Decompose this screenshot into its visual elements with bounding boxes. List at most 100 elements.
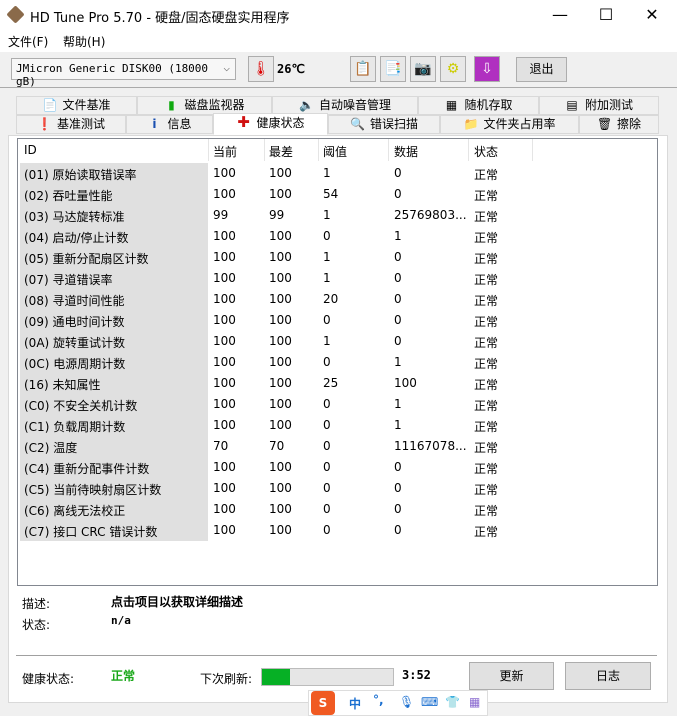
menu-file[interactable]: 文件(F) [8, 33, 48, 50]
table-row[interactable]: (C1) 负载周期计数 100 100 0 1 正常 [18, 415, 657, 436]
ime-punct[interactable]: °, [373, 693, 384, 707]
drive-select[interactable]: JMicron Generic DISK00 (18000 gB) ⌵ [11, 58, 236, 88]
col-current[interactable]: 当前 [213, 143, 237, 160]
tab-random-access[interactable]: ▦ 随机存取 [418, 96, 539, 115]
minimize-button[interactable]: — [545, 4, 575, 26]
attr-status: 正常 [474, 378, 499, 392]
col-id[interactable]: ID [24, 143, 37, 157]
attr-status: 正常 [474, 525, 499, 539]
attr-threshold: 0 [323, 460, 331, 474]
attr-data: 0 [394, 334, 402, 348]
attr-id: (02) 吞吐量性能 [24, 189, 113, 203]
table-row[interactable]: (C0) 不安全关机计数 100 100 0 1 正常 [18, 394, 657, 415]
attr-current: 100 [213, 313, 236, 327]
tab-error-scan[interactable]: 🔍 错误扫描 [328, 115, 440, 134]
table-row[interactable]: (C6) 离线无法校正 100 100 0 0 正常 [18, 499, 657, 520]
skin-shirt-icon[interactable]: 👕 [445, 695, 460, 709]
maximize-button[interactable]: ☐ [591, 4, 621, 26]
tab-health[interactable]: ✚ 健康状态 [213, 113, 328, 135]
attr-data: 1 [394, 229, 402, 243]
table-row[interactable]: (16) 未知属性 100 100 25 100 正常 [18, 373, 657, 394]
refresh-countdown: 3:52 [402, 668, 431, 682]
attr-current: 100 [213, 523, 236, 537]
tab-erase[interactable]: 🗑 擦除 [579, 115, 659, 134]
attr-worst: 100 [269, 313, 292, 327]
table-row[interactable]: (C2) 温度 70 70 0 11167078... 正常 [18, 436, 657, 457]
attr-worst: 100 [269, 334, 292, 348]
attr-threshold: 0 [323, 313, 331, 327]
random-access-icon: ▦ [445, 98, 458, 112]
progress-fill [262, 669, 290, 685]
attr-current: 100 [213, 166, 236, 180]
attr-status: 正常 [474, 189, 499, 203]
exit-button[interactable]: 退出 [516, 57, 567, 82]
keyboard-icon[interactable]: ⌨ [421, 695, 438, 709]
attr-current: 100 [213, 229, 236, 243]
attr-threshold: 1 [323, 166, 331, 180]
attr-status: 正常 [474, 210, 499, 224]
attr-data: 0 [394, 523, 402, 537]
ime-toolbar[interactable]: S 中 °, 🎙 ⌨ 👕 ▦ [308, 690, 488, 716]
tab-row-bottom: ❗ 基准测试 i 信息 ✚ 健康状态 🔍 错误扫描 📁 文件夹占用率 🗑 擦除 [16, 113, 659, 135]
log-button[interactable]: 日志 [565, 662, 651, 690]
table-row[interactable]: (C5) 当前待映射扇区计数 100 100 0 0 正常 [18, 478, 657, 499]
temperature-readout: 26℃ [277, 62, 305, 76]
table-row[interactable]: (C7) 接口 CRC 错误计数 100 100 0 0 正常 [18, 520, 657, 541]
copy-image-icon[interactable]: 📑 [380, 56, 406, 82]
toolbox-icon[interactable]: ▦ [469, 695, 480, 709]
attr-data: 0 [394, 460, 402, 474]
thermometer-icon[interactable]: 🌡 [248, 56, 274, 82]
tab-extra-tests[interactable]: ▤ 附加测试 [539, 96, 659, 115]
tab-info[interactable]: i 信息 [126, 115, 213, 134]
attr-id: (04) 启动/停止计数 [24, 231, 129, 245]
description-value: 点击项目以获取详细描述 [111, 595, 244, 609]
menu-help[interactable]: 帮助(H) [63, 33, 105, 50]
col-data[interactable]: 数据 [394, 143, 418, 160]
camera-icon[interactable]: 📷 [410, 56, 436, 82]
table-row[interactable]: (04) 启动/停止计数 100 100 0 1 正常 [18, 226, 657, 247]
close-button[interactable]: ✕ [637, 4, 667, 26]
table-row[interactable]: (0A) 旋转重试计数 100 100 1 0 正常 [18, 331, 657, 352]
tab-folder-usage[interactable]: 📁 文件夹占用率 [440, 115, 579, 134]
col-threshold[interactable]: 阈值 [323, 143, 347, 160]
refresh-button[interactable]: 更新 [469, 662, 554, 690]
attr-threshold: 20 [323, 292, 339, 306]
table-row[interactable]: (07) 寻道错误率 100 100 1 0 正常 [18, 268, 657, 289]
attr-worst: 100 [269, 250, 292, 264]
save-down-icon[interactable]: ⇩ [474, 56, 500, 82]
copy-text-icon[interactable]: 📋 [350, 56, 376, 82]
magnifier-icon: 🔍 [349, 117, 365, 131]
attr-id: (07) 寻道错误率 [24, 273, 113, 287]
attr-status: 正常 [474, 399, 499, 413]
attr-worst: 100 [269, 418, 292, 432]
options-icon[interactable]: ⚙ [440, 56, 466, 82]
table-row[interactable]: (08) 寻道时间性能 100 100 20 0 正常 [18, 289, 657, 310]
table-row[interactable]: (09) 通电时间计数 100 100 0 0 正常 [18, 310, 657, 331]
table-row[interactable]: (02) 吞吐量性能 100 100 54 0 正常 [18, 184, 657, 205]
table-row[interactable]: (05) 重新分配扇区计数 100 100 1 0 正常 [18, 247, 657, 268]
table-row[interactable]: (C4) 重新分配事件计数 100 100 0 0 正常 [18, 457, 657, 478]
table-row[interactable]: (03) 马达旋转标准 99 99 1 25769803... 正常 [18, 205, 657, 226]
table-row[interactable]: (0C) 电源周期计数 100 100 0 1 正常 [18, 352, 657, 373]
attr-data: 11167078... [394, 439, 467, 453]
red-cross-icon: ✚ [237, 113, 250, 131]
col-status[interactable]: 状态 [474, 143, 498, 160]
attr-worst: 100 [269, 166, 292, 180]
status-value: n/a [111, 614, 131, 627]
tab-row-top: 📄 文件基准 ▮ 磁盘监视器 🔈 自动噪音管理 ▦ 随机存取 ▤ 附加测试 [16, 96, 659, 115]
ime-lang[interactable]: 中 [349, 695, 361, 712]
description-label: 描述: [22, 597, 51, 611]
attr-threshold: 1 [323, 250, 331, 264]
attr-threshold: 0 [323, 397, 331, 411]
attr-threshold: 0 [323, 355, 331, 369]
col-worst[interactable]: 最差 [269, 143, 293, 160]
next-refresh-label: 下次刷新: [200, 672, 253, 686]
microphone-icon[interactable]: 🎙 [399, 695, 414, 709]
tab-label: 基准测试 [56, 117, 105, 131]
tab-file-benchmark[interactable]: 📄 文件基准 [16, 96, 137, 115]
smart-table[interactable]: ID 当前 最差 阈值 数据 状态 (01) 原始读取错误率 100 100 1 0 正常… [17, 138, 658, 586]
attr-status: 正常 [474, 294, 499, 308]
table-row[interactable]: (01) 原始读取错误率 100 100 1 0 正常 [18, 163, 657, 184]
sogou-logo-icon: S [311, 691, 335, 715]
tab-benchmark[interactable]: ❗ 基准测试 [16, 115, 126, 134]
